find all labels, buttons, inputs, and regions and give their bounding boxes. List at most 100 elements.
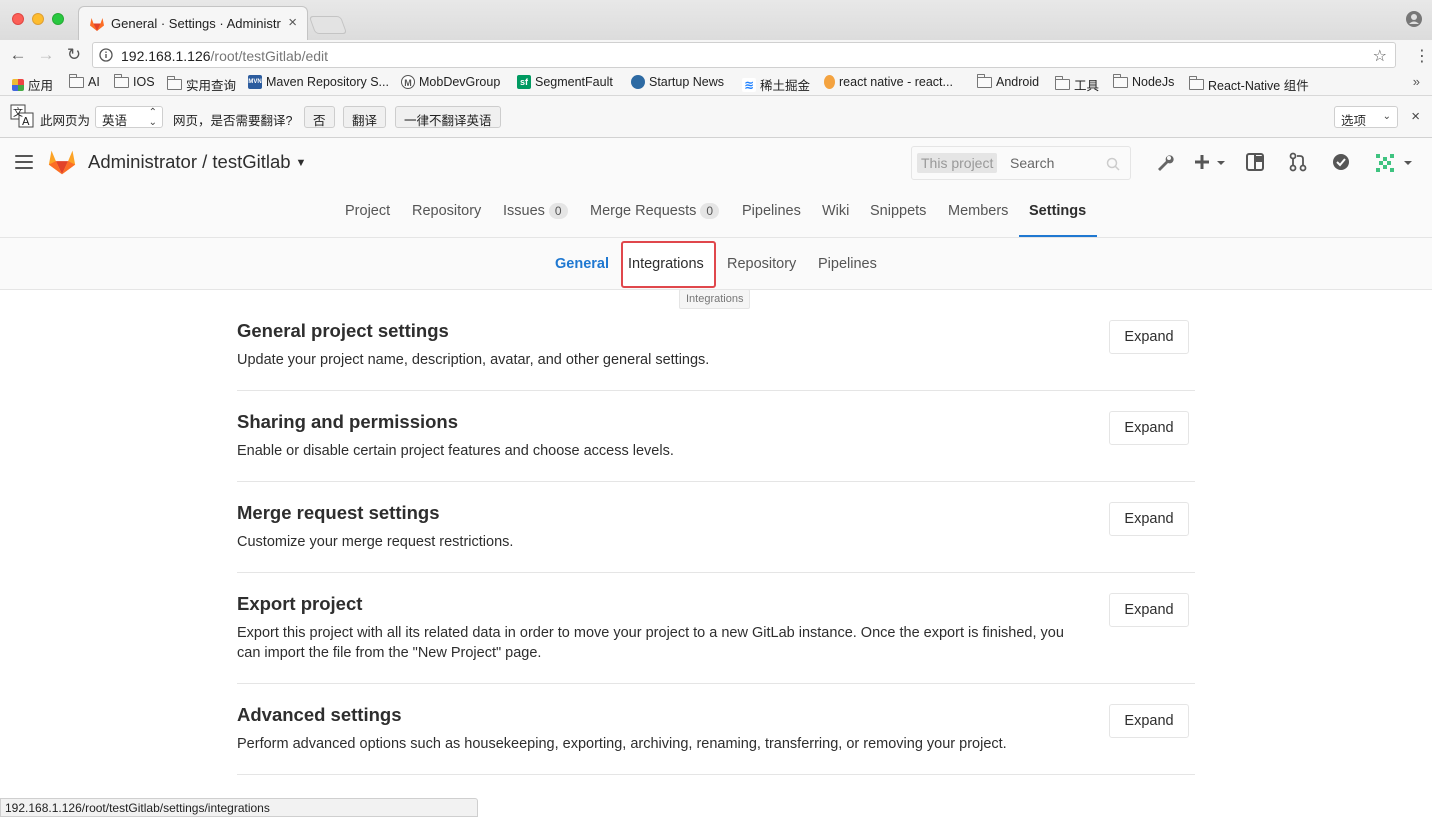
active-tab-indicator [1019,235,1097,237]
expand-button[interactable]: Expand [1109,502,1189,536]
bookmark-mobdevgroup[interactable]: M MobDevGroup [401,75,500,89]
section-description: Perform advanced options such as houseke… [237,736,1007,752]
section-description: Customize your merge request restriction… [237,534,514,550]
expand-button[interactable]: Expand [1109,704,1189,738]
search-input[interactable]: This project Search [911,146,1131,180]
expand-button[interactable]: Expand [1109,593,1189,627]
new-tab-button[interactable] [308,16,348,34]
language-select[interactable]: 英语 ⌃ ⌄ [95,106,163,128]
maximize-window-button[interactable] [52,13,64,25]
react-native-icon [824,75,835,89]
browser-menu-icon[interactable]: ⋮ [1414,46,1430,66]
settings-subnav: General Integrations Repository Pipeline… [0,238,1432,290]
issues-count-badge: 0 [548,203,568,219]
issues-board-icon[interactable] [1245,152,1265,172]
chevron-down-icon: ⌄ [1382,111,1391,122]
chevron-down-icon[interactable]: ▼ [296,157,307,169]
forward-icon[interactable]: → [37,46,55,64]
expand-button[interactable]: Expand [1109,411,1189,445]
section-sharing-permissions: Sharing and permissions Enable or disabl… [237,411,1195,482]
back-icon[interactable]: ← [9,46,27,64]
merge-request-icon[interactable] [1288,152,1308,172]
translate-no-button[interactable]: 否 [304,106,335,128]
nav-project[interactable]: Project [345,203,390,219]
bookmark-label: Startup News [649,75,725,89]
folder-icon [69,73,84,88]
bookmark-folder[interactable]: 实用查询 [167,75,236,94]
subnav-repository[interactable]: Repository [727,256,796,272]
translate-bar: 文 A 此网页为 英语 ⌃ ⌄ 网页，是否需要翻译? 否 翻译 一律不翻译英语 选… [0,96,1432,138]
bookmark-apps[interactable]: 应用 [12,75,53,94]
translate-options-select[interactable]: 选项 ⌄ [1334,106,1398,128]
bookmark-react-native[interactable]: react native - react... [824,75,953,89]
bookmark-label: MobDevGroup [419,75,501,89]
url-path: /root/testGitlab/edit [210,48,329,64]
project-title[interactable]: Administrator / testGitlab ▼ [88,151,306,173]
bookmark-folder[interactable]: NodeJs [1113,73,1175,89]
subnav-general[interactable]: General [555,256,609,272]
new-item-plus-icon[interactable] [1193,152,1229,172]
browser-tab[interactable]: General · Settings · Administrator × [78,6,308,40]
minimize-window-button[interactable] [32,13,44,25]
info-icon[interactable] [99,48,113,62]
nav-repository[interactable]: Repository [412,203,481,219]
section-title: Advanced settings [237,704,402,725]
startup-news-icon [631,75,645,89]
bookmark-folder[interactable]: AI [69,73,100,89]
bookmark-label: 应用 [28,79,54,93]
tab-title: General · Settings · Administrator [111,16,281,31]
translate-page-is: 此网页为 [40,114,91,128]
reload-icon[interactable]: ↻ [65,46,83,64]
profile-icon[interactable] [1406,11,1422,27]
nav-issues[interactable]: Issues 0 [503,203,568,219]
subnav-integrations[interactable]: Integrations [628,256,704,272]
bookmark-juejin[interactable]: ≋ 稀土掘金 [742,75,810,94]
close-window-button[interactable] [12,13,24,25]
hamburger-menu-icon[interactable] [15,155,33,169]
nav-issues-label: Issues [503,203,545,219]
bookmark-label: AI [88,75,100,89]
todos-check-icon[interactable] [1331,152,1351,172]
bookmark-label: 稀土掘金 [760,79,811,93]
bookmark-folder[interactable]: React-Native 组件 [1189,75,1309,94]
section-description: Update your project name, description, a… [237,352,710,368]
tab-close-icon[interactable]: × [288,14,297,31]
admin-wrench-icon[interactable] [1155,152,1175,172]
gitlab-favicon-icon [90,18,104,31]
language-value: 英语 [102,114,128,128]
section-description: Enable or disable certain project featur… [237,443,674,459]
section-merge-request: Merge request settings Customize your me… [237,502,1195,573]
nav-snippets[interactable]: Snippets [870,203,926,219]
expand-button[interactable]: Expand [1109,320,1189,354]
search-icon[interactable] [1106,157,1120,171]
bookmark-segmentfault[interactable]: sf SegmentFault [517,75,613,89]
browser-titlebar: General · Settings · Administrator × [0,0,1432,40]
bookmark-label: NodeJs [1132,75,1175,89]
section-title: General project settings [237,320,449,341]
bookmark-star-icon[interactable]: ☆ [1373,46,1387,66]
gitlab-logo-icon[interactable] [48,148,76,176]
nav-merge-requests[interactable]: Merge Requests 0 [590,203,720,219]
bookmarks-overflow-icon[interactable]: » [1413,74,1420,89]
nav-members[interactable]: Members [948,203,1008,219]
bookmark-label: React-Native 组件 [1208,79,1309,93]
never-translate-button[interactable]: 一律不翻译英语 [395,106,501,128]
nav-wiki[interactable]: Wiki [822,203,849,219]
bookmark-folder[interactable]: 工具 [1055,75,1099,94]
bookmark-label: 实用查询 [186,79,237,93]
subnav-pipelines[interactable]: Pipelines [818,256,877,272]
nav-pipelines[interactable]: Pipelines [742,203,801,219]
apps-grid-icon [12,78,24,91]
bookmark-folder[interactable]: IOS [114,73,155,89]
project-nav: Project Repository Issues 0 Merge Request… [0,188,1432,238]
translate-button[interactable]: 翻译 [343,106,387,128]
address-url[interactable]: 192.168.1.126/root/testGitlab/edit [121,48,328,64]
bookmark-folder[interactable]: Android [977,73,1039,89]
bookmark-maven[interactable]: MVN Maven Repository S... [248,75,389,89]
translate-close-icon[interactable]: × [1411,108,1420,125]
gitlab-header: Administrator / testGitlab ▼ This project… [0,138,1432,188]
bookmark-startup-news[interactable]: Startup News [631,75,724,89]
user-avatar[interactable] [1374,152,1414,172]
nav-settings[interactable]: Settings [1029,203,1086,219]
address-bar[interactable]: 192.168.1.126/root/testGitlab/edit ☆ [92,42,1396,68]
